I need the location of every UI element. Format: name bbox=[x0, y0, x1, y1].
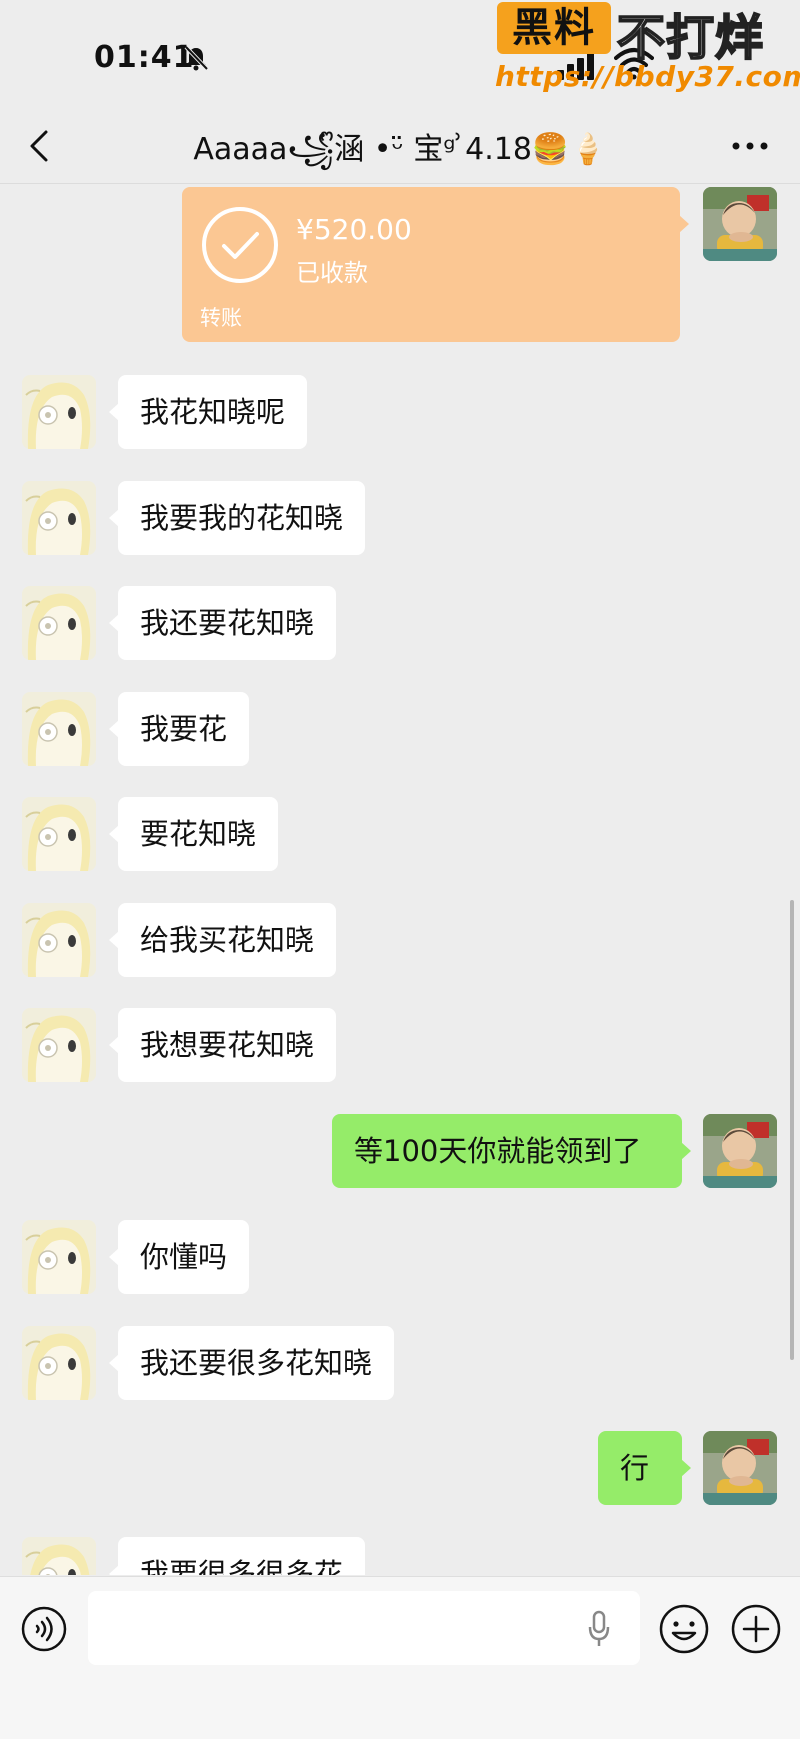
watermark-url: https://bbdy37.com bbox=[495, 60, 800, 93]
message-bubble-received[interactable]: 给我买花知晓 bbox=[108, 903, 337, 977]
message-bubble-received[interactable]: 我要花 bbox=[108, 692, 250, 766]
message-bubble-received[interactable]: 我还要很多花知晓 bbox=[108, 1326, 395, 1400]
message-bubble-received[interactable]: 你懂吗 bbox=[108, 1220, 250, 1294]
transfer-label: 转账 bbox=[200, 306, 242, 330]
transfer-status: 已收款 bbox=[296, 259, 368, 287]
back-icon[interactable] bbox=[24, 126, 54, 166]
avatar-self[interactable] bbox=[703, 1114, 777, 1188]
avatar-self[interactable] bbox=[703, 1431, 777, 1505]
message-bubble-received[interactable]: 要花知晓 bbox=[108, 797, 279, 871]
message-bubble-received[interactable]: 我要我的花知晓 bbox=[108, 481, 366, 555]
input-bar bbox=[0, 1576, 800, 1739]
voice-mode-icon[interactable] bbox=[20, 1605, 68, 1653]
bell-muted-icon bbox=[184, 45, 209, 71]
watermark-brand: 黑料 bbox=[497, 2, 611, 54]
baby-avatar-image bbox=[703, 1114, 777, 1188]
avatar-other[interactable] bbox=[22, 481, 96, 555]
more-icon[interactable] bbox=[730, 140, 770, 152]
status-time: 01:41 bbox=[94, 40, 195, 75]
message-input[interactable] bbox=[88, 1591, 640, 1665]
watermark: 黑料 不打烊 https://bbdy37.com bbox=[495, 0, 800, 100]
plus-icon[interactable] bbox=[730, 1603, 782, 1655]
message-bubble-sent[interactable]: 行 bbox=[598, 1431, 691, 1505]
avatar-other[interactable] bbox=[22, 797, 96, 871]
avatar-other[interactable] bbox=[22, 1220, 96, 1294]
avatar-other[interactable] bbox=[22, 903, 96, 977]
message-bubble-received[interactable]: 我想要花知晓 bbox=[108, 1008, 337, 1082]
scrollbar[interactable] bbox=[790, 900, 794, 1360]
chat-title: Aaaaa꧁ᩚ涵 •ᵕ̈ 宝ᵍ ͗4.18🍔🍦 bbox=[193, 132, 607, 167]
message-bubble-received[interactable]: 我要很多很多花 bbox=[108, 1537, 366, 1575]
message-bubble-received[interactable]: 我花知晓呢 bbox=[108, 375, 308, 449]
avatar-other[interactable] bbox=[22, 1537, 96, 1575]
avatar-other[interactable] bbox=[22, 586, 96, 660]
baby-avatar-image bbox=[703, 1431, 777, 1505]
nav-bar: Aaaaa꧁ᩚ涵 •ᵕ̈ 宝ᵍ ͗4.18🍔🍦 bbox=[0, 110, 800, 184]
emoji-icon[interactable] bbox=[658, 1603, 710, 1655]
watermark-slogan: 不打烊 bbox=[616, 9, 765, 67]
transfer-card[interactable]: ¥520.00 已收款 转账 bbox=[182, 187, 689, 342]
message-bubble-received[interactable]: 我还要花知晓 bbox=[108, 586, 337, 660]
avatar-self[interactable] bbox=[703, 187, 777, 261]
transfer-amount: ¥520.00 bbox=[296, 213, 412, 246]
avatar-other[interactable] bbox=[22, 375, 96, 449]
avatar-other[interactable] bbox=[22, 692, 96, 766]
mic-icon[interactable] bbox=[586, 1609, 612, 1649]
avatar-other[interactable] bbox=[22, 1008, 96, 1082]
baby-avatar-image bbox=[703, 187, 777, 261]
message-bubble-sent[interactable]: 等100天你就能领到了 bbox=[332, 1114, 691, 1188]
chat-area[interactable]: ¥520.00 已收款 转账 我花知晓呢我要我的花知晓 我还要花知晓 我要花要花知晓… bbox=[0, 185, 800, 1575]
check-circle-icon bbox=[202, 207, 278, 283]
avatar-other[interactable] bbox=[22, 1326, 96, 1400]
